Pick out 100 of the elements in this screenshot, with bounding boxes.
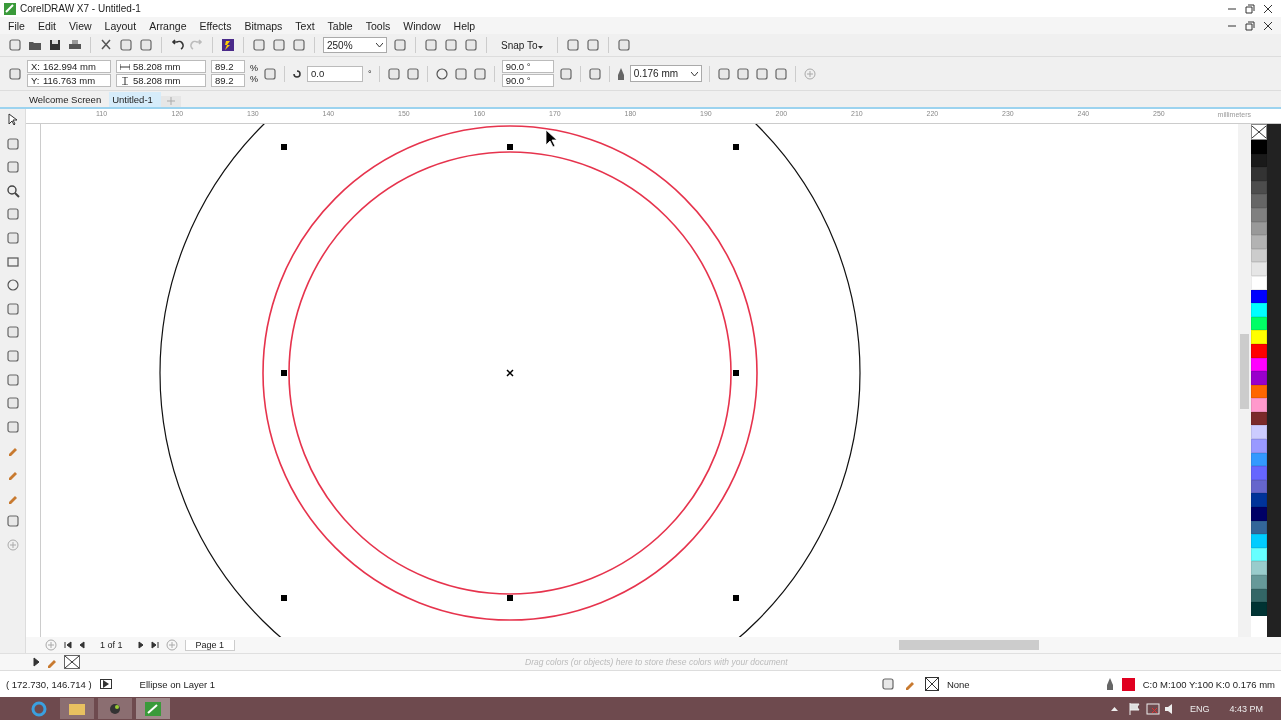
clock-time[interactable]: 4:43 PM [1221, 703, 1271, 714]
launcher-icon[interactable] [221, 38, 235, 52]
file-explorer-taskbar-icon[interactable] [60, 698, 94, 719]
pen-nib-icon [616, 67, 625, 80]
redo-icon[interactable] [190, 38, 204, 52]
menu-item[interactable]: View [65, 19, 101, 32]
color-swatch[interactable] [1251, 330, 1267, 344]
first-page-icon[interactable] [64, 641, 72, 649]
percent-label: % [250, 74, 258, 84]
color-swatch[interactable] [1251, 425, 1267, 440]
undo-icon[interactable] [170, 38, 184, 52]
color-swatch[interactable] [1251, 575, 1267, 589]
color-swatch[interactable] [1251, 398, 1267, 412]
pen-nib-icon [1105, 678, 1114, 690]
height-icon [120, 76, 130, 85]
network-icon[interactable] [1145, 701, 1160, 716]
add-tool-icon[interactable] [5, 537, 20, 552]
outline-width-dropdown[interactable]: 0.176 mm [629, 65, 702, 82]
color-swatch[interactable] [1251, 235, 1267, 249]
menu-item[interactable]: File [4, 19, 34, 32]
document-tab[interactable]: Welcome Screen [26, 92, 110, 107]
menu-item[interactable]: Arrange [145, 19, 196, 32]
restore-icon[interactable] [1245, 3, 1255, 14]
object-info: Ellipse on Layer 1 [139, 678, 216, 690]
add-tool-icon[interactable] [802, 66, 817, 81]
center-mark-icon [506, 369, 514, 377]
menu-item[interactable]: Tools [361, 19, 400, 32]
color-swatch[interactable] [1251, 507, 1267, 521]
height-field[interactable]: 58.208 mm [116, 74, 206, 87]
zoom-icon[interactable] [5, 183, 20, 198]
menu-item[interactable]: Help [449, 19, 485, 32]
outer-circle[interactable] [262, 125, 758, 621]
app-taskbar-icon[interactable] [98, 698, 132, 719]
scissors-icon[interactable] [99, 38, 113, 52]
color-swatch[interactable] [1251, 371, 1267, 385]
selection-handle[interactable] [733, 595, 739, 601]
outline-info: C:0 M:100 Y:100 K:0 0.176 mm [1142, 678, 1275, 690]
selection-handle[interactable] [733, 370, 739, 376]
app-taskbar-icon[interactable] [136, 698, 170, 719]
save-icon[interactable] [48, 38, 62, 52]
document-tab[interactable]: Untitled-1 [109, 92, 161, 107]
menu-item[interactable]: Table [323, 19, 362, 32]
add-page-icon[interactable] [44, 638, 58, 652]
scale-x-field[interactable]: 89.2 [211, 60, 245, 73]
menu-item[interactable]: Effects [195, 19, 241, 32]
page-tab[interactable]: Page 1 [184, 639, 236, 651]
tray-expand-icon[interactable] [1110, 706, 1118, 711]
last-page-icon[interactable] [150, 641, 159, 649]
menu-item[interactable]: Edit [33, 19, 65, 32]
selection-handle[interactable] [281, 595, 287, 601]
selection-handle[interactable] [281, 144, 287, 150]
no-color-swatch[interactable] [64, 655, 80, 669]
print-icon[interactable] [68, 38, 82, 52]
color-swatch[interactable] [1251, 602, 1267, 616]
color-swatch[interactable] [1251, 466, 1267, 480]
y-position-field[interactable]: Y: 116.763 mm [27, 74, 111, 87]
menu-item[interactable]: Text [291, 19, 324, 32]
flag-icon[interactable] [1127, 701, 1142, 716]
rectangle-icon[interactable] [5, 254, 20, 269]
ellipse-icon[interactable] [434, 66, 449, 81]
mouse-cursor-icon [545, 129, 558, 148]
color-swatch[interactable] [1251, 140, 1267, 154]
menu-item[interactable]: Bitmaps [240, 19, 292, 32]
restore-icon[interactable] [1245, 20, 1255, 31]
input-language[interactable]: ENG [1181, 703, 1218, 714]
no-fill-icon [924, 677, 939, 691]
scrollbar-thumb[interactable] [1240, 334, 1249, 409]
play-icon[interactable] [32, 657, 40, 667]
close-icon[interactable] [1263, 20, 1273, 31]
pointer-icon[interactable] [5, 113, 20, 127]
color-swatch[interactable] [1251, 439, 1267, 453]
color-swatch[interactable] [1251, 561, 1267, 575]
fill-label: None [946, 678, 970, 690]
play-button[interactable] [99, 679, 112, 689]
menu-item[interactable]: Window [399, 19, 450, 32]
color-swatch[interactable] [1251, 303, 1267, 317]
x-position-field[interactable]: X: 162.994 mm [27, 60, 111, 73]
color-swatch[interactable] [1251, 262, 1267, 276]
ellipse-icon[interactable] [5, 278, 20, 293]
end-angle-field[interactable]: 90.0 ° [501, 74, 554, 87]
width-field[interactable]: 58.208 mm [116, 60, 206, 73]
color-swatch[interactable] [1251, 194, 1267, 208]
color-swatch[interactable] [1251, 493, 1267, 508]
rotation-field[interactable]: 0.0 [307, 65, 363, 82]
percent-label: % [250, 63, 258, 73]
add-page-icon[interactable] [164, 638, 179, 652]
menu-item[interactable]: Layout [100, 19, 146, 32]
selection-handle[interactable] [507, 144, 513, 150]
color-swatch[interactable] [1251, 167, 1267, 181]
start-angle-field[interactable]: 90.0 ° [501, 60, 554, 73]
selection-handle[interactable] [507, 595, 513, 601]
selection-handle[interactable] [733, 144, 739, 150]
close-icon[interactable] [1263, 3, 1273, 14]
scrollbar-thumb[interactable] [899, 640, 1039, 650]
scale-y-field[interactable]: 89.2 [211, 74, 245, 87]
color-swatch[interactable] [1251, 534, 1267, 548]
no-color-swatch[interactable] [1251, 124, 1267, 140]
snap-to-button[interactable]: Snap To [495, 39, 549, 51]
zoom-level-dropdown[interactable]: 250% [323, 37, 387, 53]
selection-handle[interactable] [281, 370, 287, 376]
